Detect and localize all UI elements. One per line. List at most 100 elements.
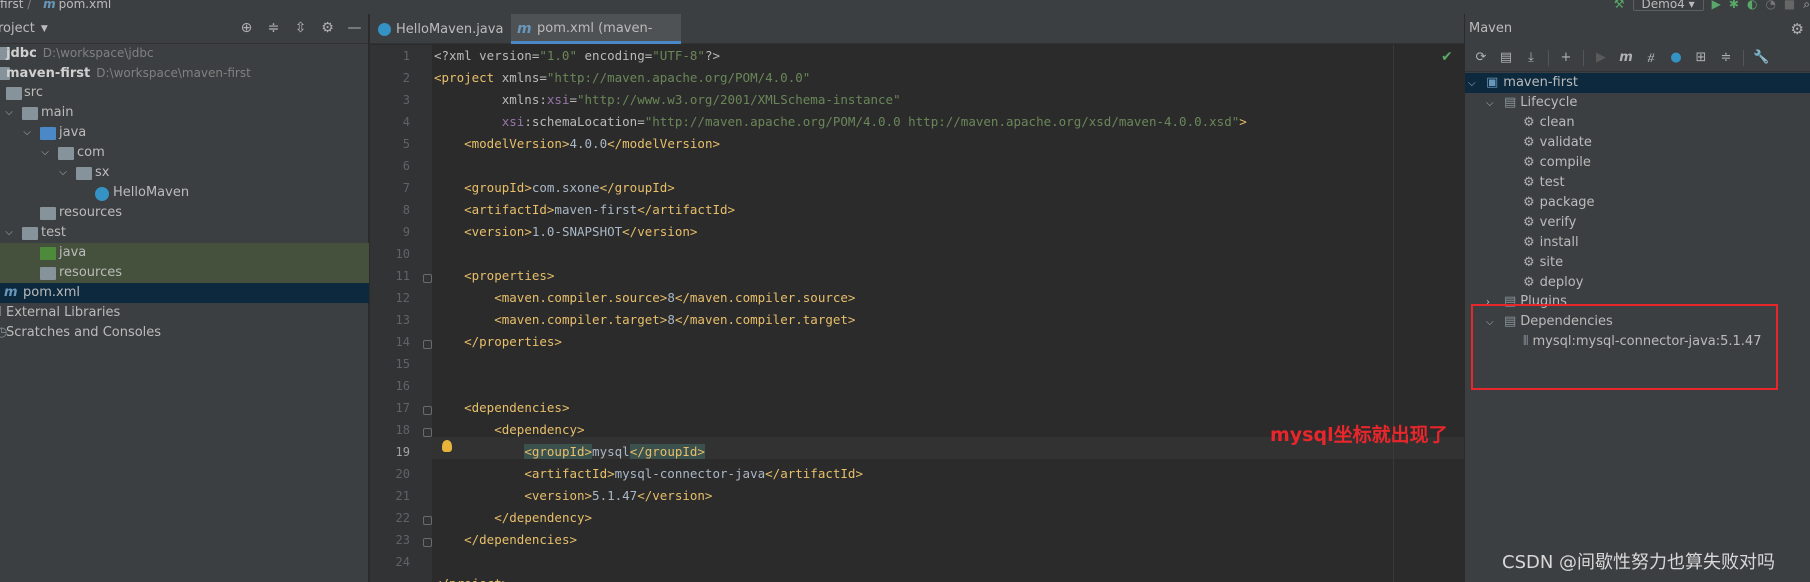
stop-icon[interactable]: ■: [1784, 0, 1795, 11]
lifecycle-site[interactable]: ⚙ site: [1523, 253, 1563, 273]
tree-item-sx[interactable]: ⌵ sx: [0, 163, 369, 183]
maven-project-icon: ▣: [1486, 75, 1499, 90]
toggle-offline-icon[interactable]: ⧣: [1643, 50, 1659, 66]
chevron-down-icon[interactable]: ▼: [41, 24, 48, 34]
maven-lifecycle[interactable]: ⌵ ▤ Lifecycle: [1486, 93, 1577, 113]
tree-item-external-libraries[interactable]: ⫴ External Libraries: [0, 303, 369, 323]
coverage-icon[interactable]: ◐: [1747, 0, 1757, 11]
code-line[interactable]: </properties>: [434, 331, 562, 353]
line-number: 15: [395, 357, 410, 371]
lifecycle-package[interactable]: ⚙ package: [1523, 193, 1595, 213]
gear-icon[interactable]: ⚙: [1791, 14, 1804, 44]
tree-item-resources[interactable]: resources: [0, 203, 369, 223]
debug-icon[interactable]: ✱: [1729, 0, 1739, 11]
lifecycle-deploy[interactable]: ⚙ deploy: [1523, 273, 1583, 293]
fold-marker-icon[interactable]: [423, 538, 432, 547]
fold-marker-icon[interactable]: [423, 428, 432, 437]
tree-item-scratches[interactable]: ◷ Scratches and Consoles: [0, 323, 369, 343]
run-configuration-select[interactable]: Demo4 ▾: [1632, 0, 1704, 11]
code-line[interactable]: <project xmlns="http://maven.apache.org/…: [434, 67, 810, 89]
download-icon[interactable]: ⤓: [1523, 50, 1539, 66]
profile-icon[interactable]: ◔: [1765, 0, 1775, 11]
chevron-down-icon[interactable]: ⌵: [4, 223, 14, 243]
toolbar-right: ⚒ Demo4 ▾ ▶ ✱ ◐ ◔ ■ ⌕: [1614, 0, 1810, 12]
tree-item-test-resources[interactable]: resources: [0, 263, 369, 283]
lifecycle-test[interactable]: ⚙ test: [1523, 173, 1565, 193]
maven-project-maven-first[interactable]: ⌵ ▣ maven-first: [1468, 73, 1578, 93]
inspection-ok-icon[interactable]: ✔: [1441, 49, 1453, 65]
code-line[interactable]: <dependencies>: [434, 397, 569, 419]
tree-item-test[interactable]: ⌵ test: [0, 223, 369, 243]
hide-icon[interactable]: —: [347, 21, 362, 36]
add-icon[interactable]: +: [1558, 50, 1574, 66]
code-line[interactable]: <artifactId>mysql-connector-java</artifa…: [434, 463, 863, 485]
lifecycle-install[interactable]: ⚙ install: [1523, 233, 1579, 253]
chevron-down-icon[interactable]: ⌵: [40, 143, 50, 163]
code-line[interactable]: <version>1.0-SNAPSHOT</version>: [434, 221, 697, 243]
search-icon[interactable]: ⌕: [1803, 0, 1810, 12]
tree-item-com[interactable]: ⌵ com: [0, 143, 369, 163]
code-line[interactable]: <maven.compiler.target>8</maven.compiler…: [434, 309, 855, 331]
code-line[interactable]: <dependency>: [434, 419, 584, 441]
fold-marker-icon[interactable]: [423, 406, 432, 415]
fold-marker-icon[interactable]: [423, 340, 432, 349]
code-line[interactable]: <modelVersion>4.0.0</modelVersion>: [434, 133, 720, 155]
code-line[interactable]: </dependencies>: [434, 529, 577, 551]
gear-icon: ⚙: [1523, 175, 1535, 190]
chevron-down-icon[interactable]: ⌵: [58, 163, 68, 183]
gear-icon: ⚙: [1523, 235, 1535, 250]
generate-sources-icon[interactable]: ▤: [1498, 50, 1514, 66]
tab-pom[interactable]: m pom.xml (maven-first)×: [511, 14, 681, 67]
chevron-down-icon[interactable]: ⌵: [4, 103, 14, 123]
run-icon[interactable]: ▶: [1593, 50, 1609, 66]
code-line[interactable]: <groupId>mysql</groupId>: [434, 441, 705, 463]
tree-item-java[interactable]: ⌵ java: [0, 123, 369, 143]
code-line[interactable]: xsi:schemaLocation="http://maven.apache.…: [434, 111, 1247, 133]
show-dependencies-icon[interactable]: ⊞: [1693, 50, 1709, 66]
maven-panel-header: Maven ⚙: [1465, 14, 1810, 44]
java-class-icon: [378, 23, 391, 36]
execute-goal-icon[interactable]: m: [1618, 50, 1634, 66]
chevron-down-icon[interactable]: ⌵: [1486, 94, 1498, 114]
code-line[interactable]: <?xml version="1.0" encoding="UTF-8"?>: [434, 45, 720, 67]
tree-item-maven-first[interactable]: maven-first D:\workspace\maven-first: [0, 63, 369, 83]
code-line[interactable]: xmlns:xsi="http://www.w3.org/2001/XMLSch…: [434, 89, 901, 111]
tree-item-hellomaven[interactable]: HelloMaven: [0, 183, 369, 203]
chevron-down-icon[interactable]: ⌵: [1468, 74, 1480, 94]
project-view-selector[interactable]: roject: [0, 21, 35, 36]
lifecycle-compile[interactable]: ⚙ compile: [1523, 153, 1591, 173]
breadcrumb-file[interactable]: pom.xml: [59, 0, 112, 11]
code-line[interactable]: <properties>: [434, 265, 554, 287]
chevron-down-icon[interactable]: ⌵: [22, 123, 32, 143]
locate-icon[interactable]: ⊕: [239, 21, 254, 36]
tab-hellomaven[interactable]: HelloMaven.java×: [370, 14, 522, 44]
test-resources-folder-icon: [40, 267, 56, 280]
collapse-all-icon[interactable]: ≑: [1718, 50, 1734, 66]
lifecycle-clean[interactable]: ⚙ clean: [1523, 113, 1575, 133]
expand-all-icon[interactable]: ≑: [266, 21, 281, 36]
code-line[interactable]: </project>: [434, 573, 509, 582]
hammer-icon[interactable]: ⚒: [1614, 0, 1625, 11]
code-line[interactable]: <maven.compiler.source>8</maven.compiler…: [434, 287, 855, 309]
lifecycle-verify[interactable]: ⚙ verify: [1523, 213, 1576, 233]
reload-icon[interactable]: ⟳: [1473, 50, 1489, 66]
lifecycle-validate[interactable]: ⚙ validate: [1523, 133, 1592, 153]
code-line[interactable]: </dependency>: [434, 507, 592, 529]
tree-item-src[interactable]: src: [0, 83, 369, 103]
skip-tests-icon[interactable]: ●: [1668, 50, 1684, 66]
tree-item-jdbc[interactable]: jdbc D:\workspace\jdbc: [0, 43, 369, 63]
wrench-icon[interactable]: 🔧: [1753, 50, 1769, 66]
run-icon[interactable]: ▶: [1712, 0, 1721, 11]
code-line[interactable]: <version>5.1.47</version>: [434, 485, 712, 507]
tree-item-pom[interactable]: m pom.xml: [0, 283, 369, 303]
breadcrumb-project[interactable]: first: [0, 0, 23, 11]
fold-marker-icon[interactable]: [423, 516, 432, 525]
line-number: 16: [395, 379, 410, 393]
collapse-all-icon[interactable]: ⇳: [293, 21, 308, 36]
gear-icon[interactable]: ⚙: [320, 21, 335, 36]
tree-item-test-java[interactable]: java: [0, 243, 369, 263]
code-line[interactable]: <artifactId>maven-first</artifactId>: [434, 199, 735, 221]
code-line[interactable]: <groupId>com.sxone</groupId>: [434, 177, 675, 199]
fold-marker-icon[interactable]: [423, 274, 432, 283]
tree-item-main[interactable]: ⌵ main: [0, 103, 369, 123]
